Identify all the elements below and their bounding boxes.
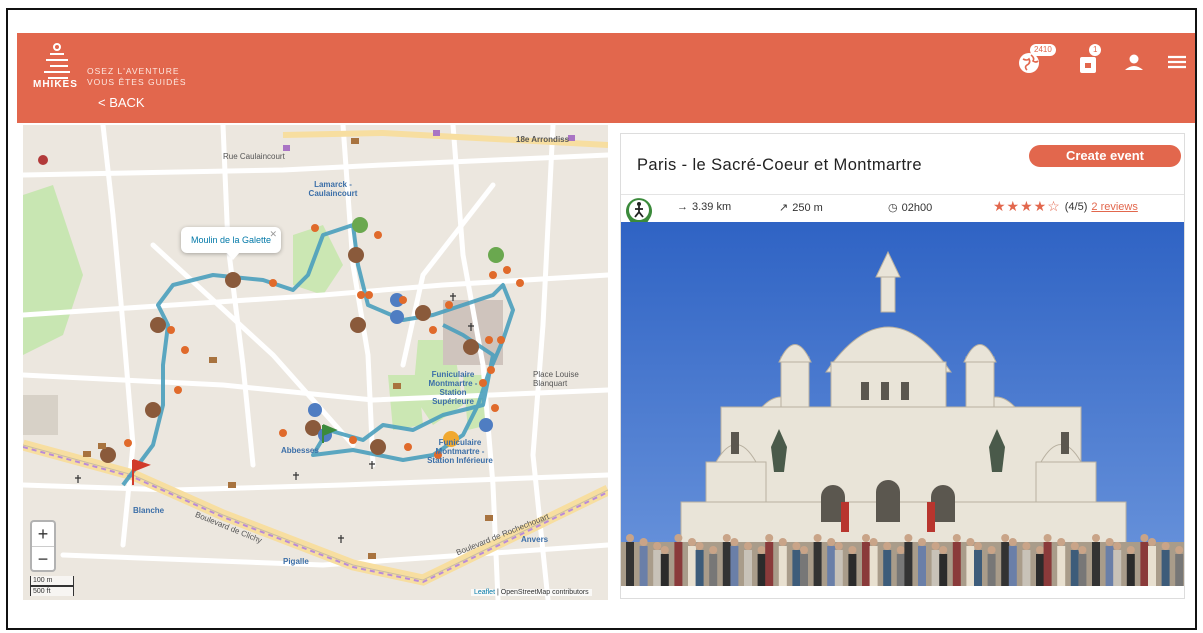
label-place-louise: Place Louise Blanquart <box>533 370 579 388</box>
map-scale: 100 m 500 ft <box>30 576 74 596</box>
duration-stat: ◷ 02h00 <box>888 201 933 215</box>
menu-icon[interactable] <box>1162 47 1192 77</box>
rating-stars-icon: ★★★★☆ <box>993 198 1061 214</box>
logo-text: MHIKES <box>33 79 78 90</box>
sacre-coeur-photo <box>621 222 1184 586</box>
route-map[interactable]: 18e Arrondiss Lamarck - Caulaincourt Fun… <box>23 125 608 600</box>
map-attribution: Leaflet | OpenStreetMap contributors <box>471 589 592 596</box>
site-header: MHIKES OSEZ L'AVENTURE VOUS ÊTES GUIDÉS … <box>17 33 1195 123</box>
reviews-link[interactable]: 2 reviews <box>1091 201 1137 213</box>
zoom-out-button[interactable]: − <box>32 546 54 571</box>
elevation-stat: ↗ 250 m <box>779 201 823 215</box>
label-anvers: Anvers <box>521 535 549 544</box>
create-event-button[interactable]: Create event <box>1029 145 1181 167</box>
rating: ★★★★☆ (4/5) 2 reviews <box>993 198 1138 215</box>
zoom-in-button[interactable]: + <box>32 522 54 546</box>
clock-icon: ◷ <box>888 202 898 214</box>
label-funiculaire-sup: Funiculaire Montmartre - Station Supérie… <box>428 370 478 406</box>
leaflet-link[interactable]: Leaflet <box>474 589 495 596</box>
tour-panel: Paris - le Sacré-Coeur et Montmartre Cre… <box>620 133 1185 599</box>
back-link[interactable]: < BACK <box>98 95 145 110</box>
popup-tip <box>226 252 240 260</box>
label-pigalle: Pigalle <box>283 557 309 566</box>
rating-text: (4/5) <box>1064 200 1088 213</box>
label-funiculaire-inf: Funiculaire Montmartre - Station Inférie… <box>427 438 493 465</box>
user-icon[interactable] <box>1119 47 1149 77</box>
trend-up-icon: ↗ <box>779 202 789 214</box>
label-blanche: Blanche <box>133 506 165 515</box>
map-popup[interactable]: Moulin de la Galette ✕ <box>181 227 281 260</box>
zoom-control: + − <box>30 520 56 572</box>
tour-stats: → 3.39 km ↗ 250 m ◷ 02h00 ★★★★☆ (4/5) 2 r… <box>621 194 1184 223</box>
popup-label: Moulin de la Galette <box>190 235 272 245</box>
tour-title: Paris - le Sacré-Coeur et Montmartre <box>637 156 922 174</box>
distance-stat: → 3.39 km <box>677 201 732 213</box>
label-rue-caulaincourt: Rue Caulaincourt <box>223 152 285 161</box>
label-abbesses: Abbesses <box>281 446 319 455</box>
arrow-right-icon: → <box>677 201 688 213</box>
label-lamarck: Lamarck - Caulaincourt <box>308 180 358 198</box>
label-arrondissement: 18e Arrondiss <box>516 135 570 144</box>
popup-close-icon[interactable]: ✕ <box>269 229 277 240</box>
tagline: OSEZ L'AVENTURE VOUS ÊTES GUIDÉS <box>87 66 187 87</box>
globe-badge: 2410 <box>1030 44 1056 56</box>
